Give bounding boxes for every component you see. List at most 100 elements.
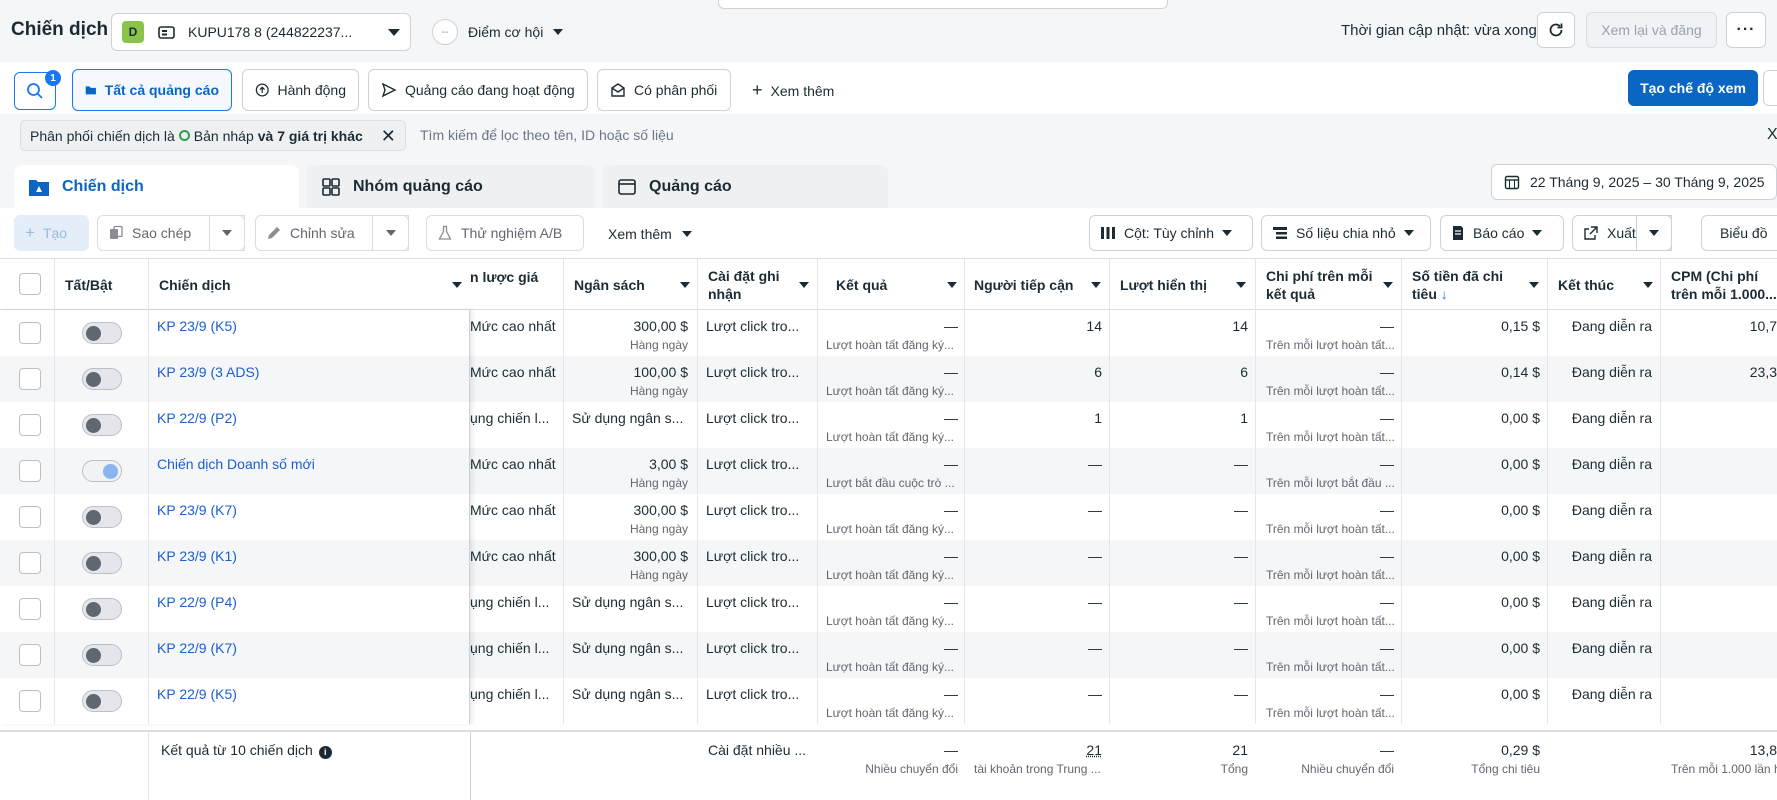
ab-test-button[interactable]: Thử nghiệm A/B [426,215,584,251]
campaign-toggle[interactable] [82,598,122,620]
campaign-name-link[interactable]: KP 23/9 (K5) [157,318,462,334]
chevron-down-icon[interactable] [452,282,462,288]
header-budget[interactable]: Ngân sách [574,276,645,294]
header-bid-strategy[interactable]: n lược giá [470,268,538,286]
table-row[interactable]: KP 23/9 (3 ADS) Mức cao nhất 100,00 $ Hàng … [0,356,1777,402]
account-badge: D [122,21,144,43]
campaign-name-link[interactable]: KP 23/9 (K7) [157,502,462,518]
row-checkbox[interactable] [19,690,41,712]
header-results[interactable]: Kết quả [836,276,887,294]
date-range-picker[interactable]: 22 Tháng 9, 2025 – 30 Tháng 9, 2025 [1491,164,1777,200]
columns-label: Cột: Tùy chỉnh [1124,225,1215,241]
header-amount-spent[interactable]: Số tiền đã chi tiêu ↓ [1412,267,1503,303]
clear-filters-button[interactable]: X [1767,126,1777,144]
tab-campaigns[interactable]: Chiến dịch [14,165,299,208]
campaign-toggle[interactable] [82,690,122,712]
summary-reach[interactable]: 21 [970,742,1102,758]
columns-button[interactable]: Cột: Tùy chỉnh [1089,215,1253,251]
toggle-knob [86,648,101,663]
reports-button[interactable]: Báo cáo [1440,215,1564,251]
draft-status-icon [178,130,190,141]
campaign-folder-icon [29,179,49,196]
chevron-down-icon[interactable] [1643,282,1653,288]
edit-dropdown[interactable] [372,215,409,251]
chevron-down-icon[interactable] [1529,282,1539,288]
header-ends[interactable]: Kết thúc [1558,276,1614,294]
campaign-name-link[interactable]: KP 22/9 (P2) [157,410,462,426]
campaign-name-link[interactable]: KP 22/9 (P4) [157,594,462,610]
create-button[interactable]: + Tạo [14,215,89,251]
campaign-name-link[interactable]: Chiến dịch Doanh số mới [157,456,462,472]
row-checkbox[interactable] [19,598,41,620]
campaign-toggle[interactable] [82,368,122,390]
create-view-button[interactable]: Tạo chế độ xem [1628,70,1758,106]
opportunity-score[interactable]: -- Điểm cơ hội [432,19,564,45]
header-cpm[interactable]: CPM (Chi phí trên mỗi 1.000... [1671,267,1777,303]
table-row[interactable]: Chiến dịch Doanh số mới Mức cao nhất 3,00 … [0,448,1777,494]
filter-search-input[interactable]: Tìm kiếm để lọc theo tên, ID hoặc số liệ… [420,127,674,143]
row-checkbox[interactable] [19,644,41,666]
header-campaign[interactable]: Chiến dịch [159,276,231,294]
chevron-down-icon[interactable] [1236,282,1246,288]
campaign-toggle[interactable] [82,506,122,528]
cost-per-result-type: Trên mỗi lượt hoàn tất... [1266,706,1394,720]
header-impressions[interactable]: Lượt hiển thị [1120,276,1207,294]
more-filters-link[interactable]: + Xem thêm [752,80,834,101]
pill-actions[interactable]: Hành động [242,69,359,111]
table-row[interactable]: KP 23/9 (K7) Mức cao nhất 300,00 $ Hàng ngà… [0,494,1777,540]
header-reach[interactable]: Người tiếp cận [974,276,1073,294]
chevron-down-icon[interactable] [1383,282,1393,288]
row-checkbox[interactable] [19,368,41,390]
pill-all-ads[interactable]: Tất cả quảng cáo [72,69,232,111]
table-row[interactable]: KP 22/9 (K7) ụng chiến l... Sử dụng ngân s… [0,632,1777,678]
table-row[interactable]: KP 23/9 (K1) Mức cao nhất 300,00 $ Hàng ngà… [0,540,1777,586]
chevron-down-icon[interactable] [947,282,957,288]
filter-chip[interactable]: Phân phối chiến dịch là Bản nháp và 7 gi… [20,120,406,151]
chevron-down-icon[interactable] [1091,282,1101,288]
close-icon[interactable]: ✕ [381,127,396,145]
campaign-name-link[interactable]: KP 23/9 (3 ADS) [157,364,462,380]
table-row[interactable]: KP 22/9 (P4) ụng chiến l... Sử dụng ngân s… [0,586,1777,632]
campaign-name-link[interactable]: KP 22/9 (K5) [157,686,462,702]
impressions-cell: 1 [1240,410,1248,426]
copy-dropdown[interactable] [209,215,245,251]
more-options-button[interactable]: ··· [1726,12,1766,48]
header-attribution[interactable]: Cài đặt ghi nhận [708,267,780,303]
campaign-toggle[interactable] [82,552,122,574]
campaign-toggle[interactable] [82,322,122,344]
pill-delivering[interactable]: Có phân phối [597,69,731,111]
campaign-name-link[interactable]: KP 22/9 (K7) [157,640,462,656]
campaign-toggle[interactable] [82,644,122,666]
campaign-name-link[interactable]: KP 23/9 (K1) [157,548,462,564]
chevron-down-icon[interactable] [680,282,690,288]
table-row[interactable]: KP 22/9 (K5) ụng chiến l... Sử dụng ngân s… [0,678,1777,724]
tab-ad-sets[interactable]: Nhóm quảng cáo [307,165,595,208]
chart-button[interactable]: Biểu đồ [1701,215,1777,251]
tab-ads[interactable]: Quảng cáo [603,165,888,208]
row-checkbox[interactable] [19,460,41,482]
chevron-down-icon[interactable] [799,282,809,288]
sort-descending-icon[interactable]: ↓ [1441,286,1448,302]
cost-per-result-type: Trên mỗi lượt hoàn tất... [1266,614,1394,628]
campaign-toggle[interactable] [82,414,122,436]
campaign-toggle[interactable] [82,460,122,482]
row-checkbox[interactable] [19,322,41,344]
table-row[interactable]: KP 22/9 (P2) ụng chiến l... Sử dụng ngân s… [0,402,1777,448]
bid-strategy-cell: ụng chiến l... [470,686,550,702]
breakdown-button[interactable]: Số liệu chia nhỏ [1261,215,1431,251]
select-all-checkbox[interactable] [19,273,41,295]
account-selector[interactable]: D KUPU178 8 (244822237... [111,13,411,51]
view-menu-button[interactable] [1763,70,1777,106]
toolbar-more-button[interactable]: Xem thêm [608,226,692,242]
pill-active-ads[interactable]: Quảng cáo đang hoạt động [368,69,588,111]
review-and-publish-button[interactable]: Xem lại và đăng [1586,12,1717,48]
summary-spent: 0,29 $ [1501,742,1540,758]
info-icon[interactable]: i [318,746,332,759]
table-row[interactable]: KP 23/9 (K5) Mức cao nhất 300,00 $ Hàng ngà… [0,310,1777,356]
row-checkbox[interactable] [19,552,41,574]
row-checkbox[interactable] [19,414,41,436]
refresh-button[interactable] [1537,12,1575,48]
row-checkbox[interactable] [19,506,41,528]
export-dropdown[interactable] [1636,215,1672,251]
header-cost-per-result[interactable]: Chi phí trên mỗi kết quả [1266,267,1373,303]
